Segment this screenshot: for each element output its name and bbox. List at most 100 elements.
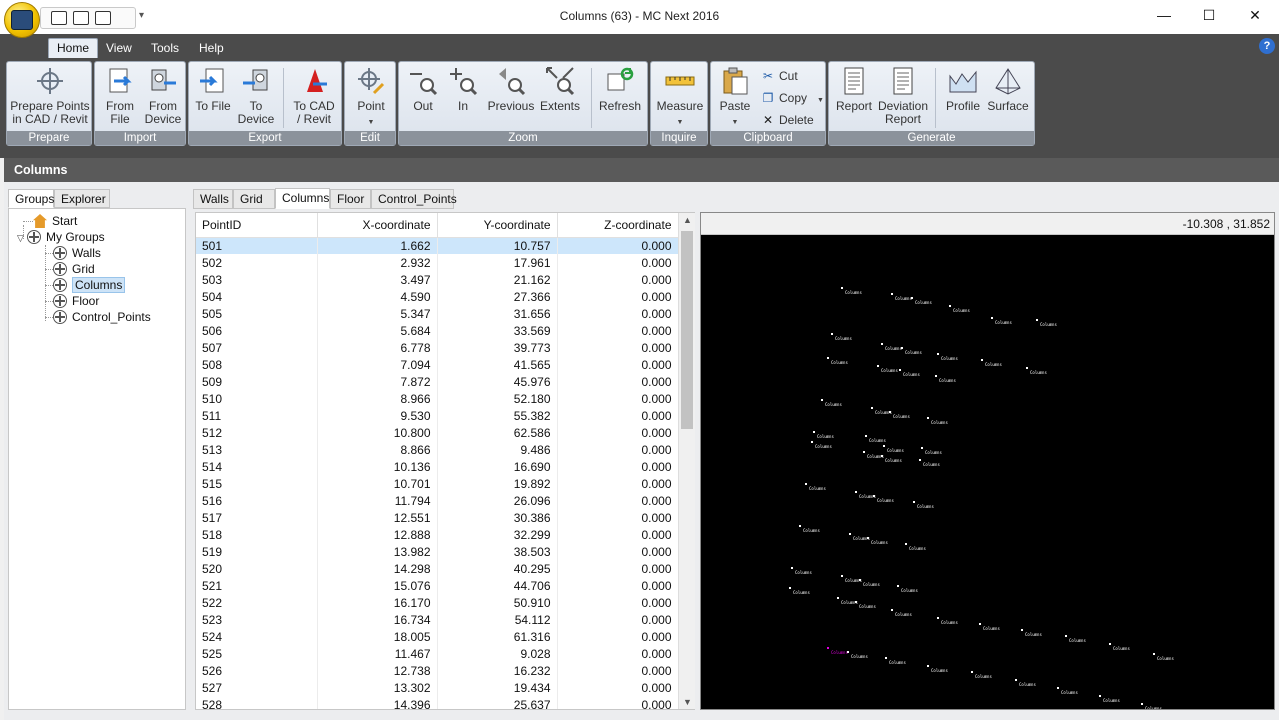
table-row[interactable]: 507 6.778 39.773 0.000	[196, 339, 679, 356]
from-file-button[interactable]: From File	[99, 66, 141, 126]
table-row[interactable]: 503 3.497 21.162 0.000	[196, 271, 679, 288]
maximize-button[interactable]: ☐	[1186, 0, 1232, 32]
point-marker[interactable]	[905, 543, 907, 545]
point-marker[interactable]	[789, 587, 791, 589]
table-row[interactable]: 517 12.551 30.386 0.000	[196, 509, 679, 526]
point-marker[interactable]	[1141, 703, 1143, 705]
tree-item-walls[interactable]: Walls	[53, 245, 101, 261]
point-marker[interactable]	[921, 447, 923, 449]
point-marker[interactable]	[1065, 635, 1067, 637]
table-row[interactable]: 512 10.800 62.586 0.000	[196, 424, 679, 441]
point-marker[interactable]	[847, 651, 849, 653]
point-marker[interactable]	[1015, 679, 1017, 681]
point-marker[interactable]	[885, 657, 887, 659]
table-row[interactable]: 505 5.347 31.656 0.000	[196, 305, 679, 322]
tab-tools[interactable]: Tools	[143, 39, 187, 58]
point-marker[interactable]	[821, 399, 823, 401]
help-icon[interactable]: ?	[1259, 38, 1275, 54]
point-marker[interactable]	[871, 407, 873, 409]
point-marker[interactable]	[937, 617, 939, 619]
point-marker[interactable]	[811, 441, 813, 443]
point-marker[interactable]	[791, 567, 793, 569]
tab-view[interactable]: View	[98, 39, 140, 58]
tree-item-grid[interactable]: Grid	[53, 261, 95, 277]
tab-groups[interactable]: Groups	[8, 189, 54, 208]
point-marker[interactable]	[897, 585, 899, 587]
point-marker[interactable]	[1109, 643, 1111, 645]
point-marker[interactable]	[827, 357, 829, 359]
table-row[interactable]: 501 1.662 10.757 0.000	[196, 237, 679, 254]
table-row[interactable]: 504 4.590 27.366 0.000	[196, 288, 679, 305]
point-marker[interactable]	[1057, 687, 1059, 689]
scroll-thumb[interactable]	[681, 231, 693, 429]
copy-button[interactable]: ❐ Copy ▼	[761, 89, 824, 107]
table-row[interactable]: 519 13.982 38.503 0.000	[196, 543, 679, 560]
point-marker[interactable]	[841, 287, 843, 289]
column-header-pointid[interactable]: PointID	[196, 213, 318, 238]
table-row[interactable]: 506 5.684 33.569 0.000	[196, 322, 679, 339]
point-marker[interactable]	[883, 445, 885, 447]
zoom-in-button[interactable]: In	[445, 66, 481, 113]
point-marker[interactable]	[799, 525, 801, 527]
table-row[interactable]: 525 11.467 9.028 0.000	[196, 645, 679, 662]
tree-item-my-groups[interactable]: ▽ My Groups	[17, 229, 105, 245]
point-marker[interactable]	[891, 293, 893, 295]
table-scrollbar[interactable]: ▲ ▼	[678, 213, 695, 709]
profile-button[interactable]: Profile	[941, 66, 985, 113]
tree-item-control-points[interactable]: Control_Points	[53, 309, 151, 325]
prepare-points-button[interactable]: Prepare Points in CAD / Revit	[9, 66, 91, 126]
table-row[interactable]: 509 7.872 45.976 0.000	[196, 373, 679, 390]
tab-help[interactable]: Help	[191, 39, 232, 58]
point-marker[interactable]	[813, 431, 815, 433]
deviation-report-button[interactable]: Deviation Report	[877, 66, 929, 126]
table-row[interactable]: 526 12.738 16.232 0.000	[196, 662, 679, 679]
table-row[interactable]: 514 10.136 16.690 0.000	[196, 458, 679, 475]
tab-home[interactable]: Home	[48, 38, 99, 58]
point-marker[interactable]	[1153, 653, 1155, 655]
point-marker[interactable]	[971, 671, 973, 673]
point-marker[interactable]	[927, 417, 929, 419]
point-marker[interactable]	[935, 375, 937, 377]
scroll-down-icon[interactable]: ▼	[679, 697, 696, 707]
column-header-z[interactable]: Z-coordinate	[557, 213, 679, 238]
tab-grid[interactable]: Grid	[233, 189, 275, 209]
table-row[interactable]: 510 8.966 52.180 0.000	[196, 390, 679, 407]
tab-control-points[interactable]: Control_Points	[371, 189, 457, 209]
point-marker[interactable]	[889, 411, 891, 413]
point-marker[interactable]	[859, 579, 861, 581]
point-marker[interactable]	[863, 451, 865, 453]
tree-item-columns[interactable]: Columns	[53, 277, 126, 293]
table-row[interactable]: 511 9.530 55.382 0.000	[196, 407, 679, 424]
app-menu-button[interactable]	[4, 2, 40, 38]
point-button[interactable]: Point ▼	[349, 66, 393, 129]
plan-viewer[interactable]: -10.308 , 31.852 Columns Columns Columns Co…	[700, 212, 1275, 710]
point-marker[interactable]	[981, 359, 983, 361]
zoom-out-button[interactable]: Out	[403, 66, 443, 113]
point-marker[interactable]	[913, 501, 915, 503]
point-marker[interactable]	[1021, 629, 1023, 631]
table-row[interactable]: 502 2.932 17.961 0.000	[196, 254, 679, 271]
point-marker[interactable]	[979, 623, 981, 625]
table-row[interactable]: 516 11.794 26.096 0.000	[196, 492, 679, 509]
table-row[interactable]: 524 18.005 61.316 0.000	[196, 628, 679, 645]
to-file-button[interactable]: To File	[193, 66, 233, 113]
tab-floor[interactable]: Floor	[330, 189, 371, 209]
table-row[interactable]: 528 14.396 25.637 0.000	[196, 696, 679, 709]
cut-button[interactable]: ✂ Cut	[761, 67, 798, 85]
point-marker[interactable]	[881, 455, 883, 457]
zoom-extents-button[interactable]: Extents	[537, 66, 583, 113]
point-marker[interactable]	[937, 353, 939, 355]
point-marker[interactable]	[949, 305, 951, 307]
point-marker[interactable]	[991, 317, 993, 319]
point-marker[interactable]	[865, 435, 867, 437]
measure-button[interactable]: Measure ▼	[655, 66, 705, 129]
point-marker[interactable]	[1099, 695, 1101, 697]
table-row[interactable]: 523 16.734 54.112 0.000	[196, 611, 679, 628]
tree-item-start[interactable]: Start	[33, 213, 77, 229]
delete-button[interactable]: ✕ Delete	[761, 111, 814, 129]
point-marker[interactable]	[919, 459, 921, 461]
scroll-up-icon[interactable]: ▲	[679, 215, 696, 225]
tab-columns[interactable]: Columns	[275, 188, 330, 209]
report-button[interactable]: Report	[833, 66, 875, 113]
tab-explorer[interactable]: Explorer	[54, 189, 110, 208]
